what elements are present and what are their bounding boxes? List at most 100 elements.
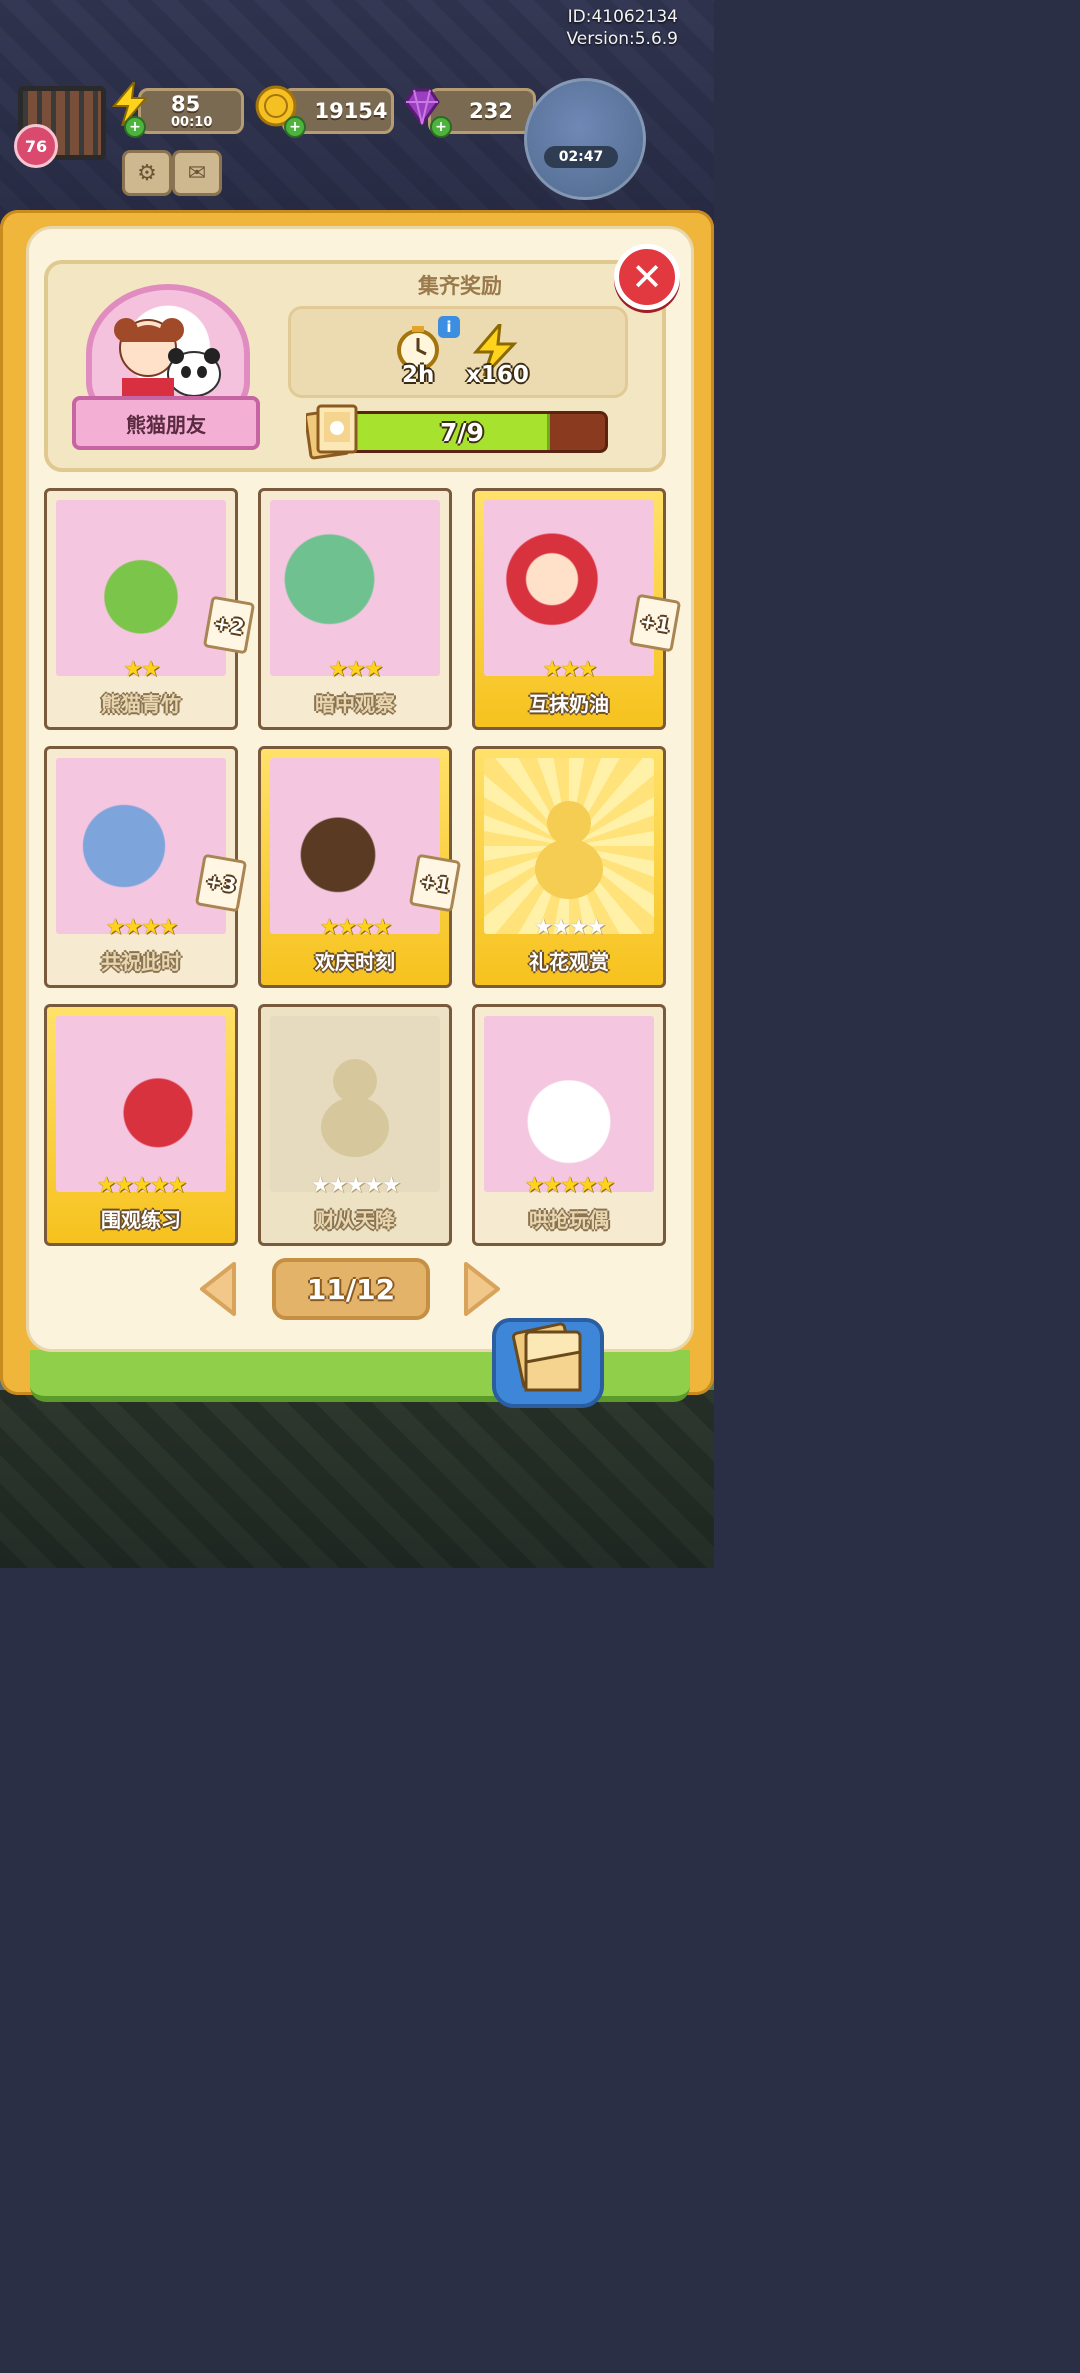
game-scene-floor	[0, 1390, 714, 1568]
add-energy-icon[interactable]: +	[124, 116, 146, 138]
gem-value: 232	[469, 99, 513, 123]
coin-value: 19154	[314, 99, 388, 123]
card-name: 围观练习	[101, 1208, 181, 1232]
prev-page-button[interactable]	[196, 1258, 240, 1320]
progress-text: 7/9	[440, 417, 484, 447]
duplicate-count-badge: +1	[408, 853, 462, 913]
star-icon: ★	[149, 1173, 170, 1198]
card-art-image	[56, 500, 226, 676]
card-name: 共祝此时	[101, 950, 181, 974]
arrow-left-icon	[200, 1262, 236, 1316]
locked-silhouette-icon	[321, 1058, 389, 1157]
card-stars: ★★	[47, 657, 235, 683]
card-art-image	[56, 758, 226, 934]
star-icon: ★	[123, 657, 143, 682]
album-button[interactable]	[492, 1318, 604, 1408]
star-icon: ★	[363, 1173, 384, 1198]
page-indicator: 11/12	[272, 1258, 430, 1320]
star-icon: ★	[328, 657, 348, 682]
star-icon: ★	[560, 657, 580, 682]
card-stars: ★★★★	[261, 915, 449, 941]
card-stars: ★★★	[475, 657, 663, 683]
card-3[interactable]: ★★★ 互抹奶油 +1	[472, 488, 682, 730]
reward-time-label: 2h	[402, 362, 435, 388]
card-9[interactable]: ★★★★★ 哄抢玩偶	[472, 1004, 666, 1246]
star-icon: ★	[577, 657, 598, 682]
card-name: 财从天降	[315, 1208, 395, 1232]
duplicate-count-badge: +2	[202, 595, 256, 655]
duplicate-count-badge: +1	[628, 593, 682, 653]
event-timer: 02:47	[544, 146, 618, 168]
star-icon: ★	[141, 657, 161, 682]
card-art-image	[56, 1016, 226, 1192]
star-icon: ★	[346, 1173, 366, 1198]
energy-value: 85	[171, 92, 201, 116]
event-bubble[interactable]	[524, 78, 646, 200]
star-icon: ★	[96, 1173, 117, 1198]
reward-title: 集齐奖励	[418, 274, 502, 298]
next-page-button[interactable]	[460, 1258, 504, 1320]
card-art-image	[270, 758, 440, 934]
album-stack-icon	[304, 402, 362, 460]
arrow-right-icon	[464, 1262, 500, 1316]
player-id: ID:41062134	[567, 7, 678, 27]
album-name-ribbon: 熊猫朋友	[72, 396, 260, 450]
star-icon: ★	[533, 915, 554, 940]
player-level-badge[interactable]: 76	[14, 124, 58, 168]
energy-bar[interactable]: 85 00:10	[138, 88, 244, 134]
card-art-image	[270, 1016, 440, 1192]
card-art-image	[484, 758, 654, 934]
card-stars: ★★★★★	[475, 1173, 663, 1199]
star-icon: ★	[363, 657, 384, 682]
star-icon: ★	[577, 1173, 598, 1198]
card-name: 暗中观察	[315, 692, 395, 716]
card-name: 礼花观赏	[529, 950, 609, 974]
album-icon	[511, 1322, 582, 1392]
card-stars: ★★★★	[475, 915, 663, 941]
add-gems-icon[interactable]: +	[430, 116, 452, 138]
version-label: Version:5.6.9	[566, 29, 679, 49]
add-coins-icon[interactable]: +	[284, 116, 306, 138]
star-icon: ★	[586, 915, 607, 940]
card-name: 欢庆时刻	[315, 950, 395, 974]
card-4[interactable]: ★★★★ 共祝此时 +3	[44, 746, 248, 988]
star-icon: ★	[346, 657, 366, 682]
card-art-image	[484, 500, 654, 676]
card-stars: ★★★	[261, 657, 449, 683]
star-icon: ★	[114, 1173, 134, 1198]
mail-icon[interactable]: ✉	[172, 150, 222, 196]
star-icon: ★	[524, 1173, 545, 1198]
star-icon: ★	[355, 915, 375, 940]
duplicate-count-badge: +3	[194, 853, 248, 913]
card-name: 互抹奶油	[529, 692, 609, 716]
star-icon: ★	[595, 1173, 616, 1198]
star-icon: ★	[105, 915, 126, 940]
card-5[interactable]: ★★★★ 欢庆时刻 +1	[258, 746, 462, 988]
star-icon: ★	[569, 915, 589, 940]
star-icon: ★	[319, 915, 340, 940]
reward-energy-label: x160	[466, 362, 529, 388]
card-art-image	[484, 1016, 654, 1192]
star-icon: ★	[542, 657, 562, 682]
star-icon: ★	[158, 915, 179, 940]
close-button[interactable]: ✕	[614, 244, 680, 310]
card-art-image	[270, 500, 440, 676]
star-icon: ★	[542, 1173, 562, 1198]
card-2[interactable]: ★★★ 暗中观察	[258, 488, 452, 730]
card-stars: ★★★★	[47, 915, 235, 941]
card-1[interactable]: ★★ 熊猫青竹 +2	[44, 488, 256, 730]
card-8[interactable]: ★★★★★ 财从天降	[258, 1004, 452, 1246]
card-7[interactable]: ★★★★★ 围观练习	[44, 1004, 238, 1246]
star-icon: ★	[381, 1173, 402, 1198]
energy-timer: 00:10	[171, 115, 213, 130]
gear-icon[interactable]: ⚙	[122, 150, 172, 196]
star-icon: ★	[372, 915, 393, 940]
card-stars: ★★★★★	[261, 1173, 449, 1199]
card-name: 熊猫青竹	[101, 692, 181, 716]
star-icon: ★	[551, 915, 571, 940]
star-icon: ★	[310, 1173, 331, 1198]
card-6[interactable]: ★★★★ 礼花观赏	[472, 746, 666, 988]
star-icon: ★	[167, 1173, 188, 1198]
card-name: 哄抢玩偶	[529, 1208, 609, 1232]
star-icon: ★	[560, 1173, 580, 1198]
